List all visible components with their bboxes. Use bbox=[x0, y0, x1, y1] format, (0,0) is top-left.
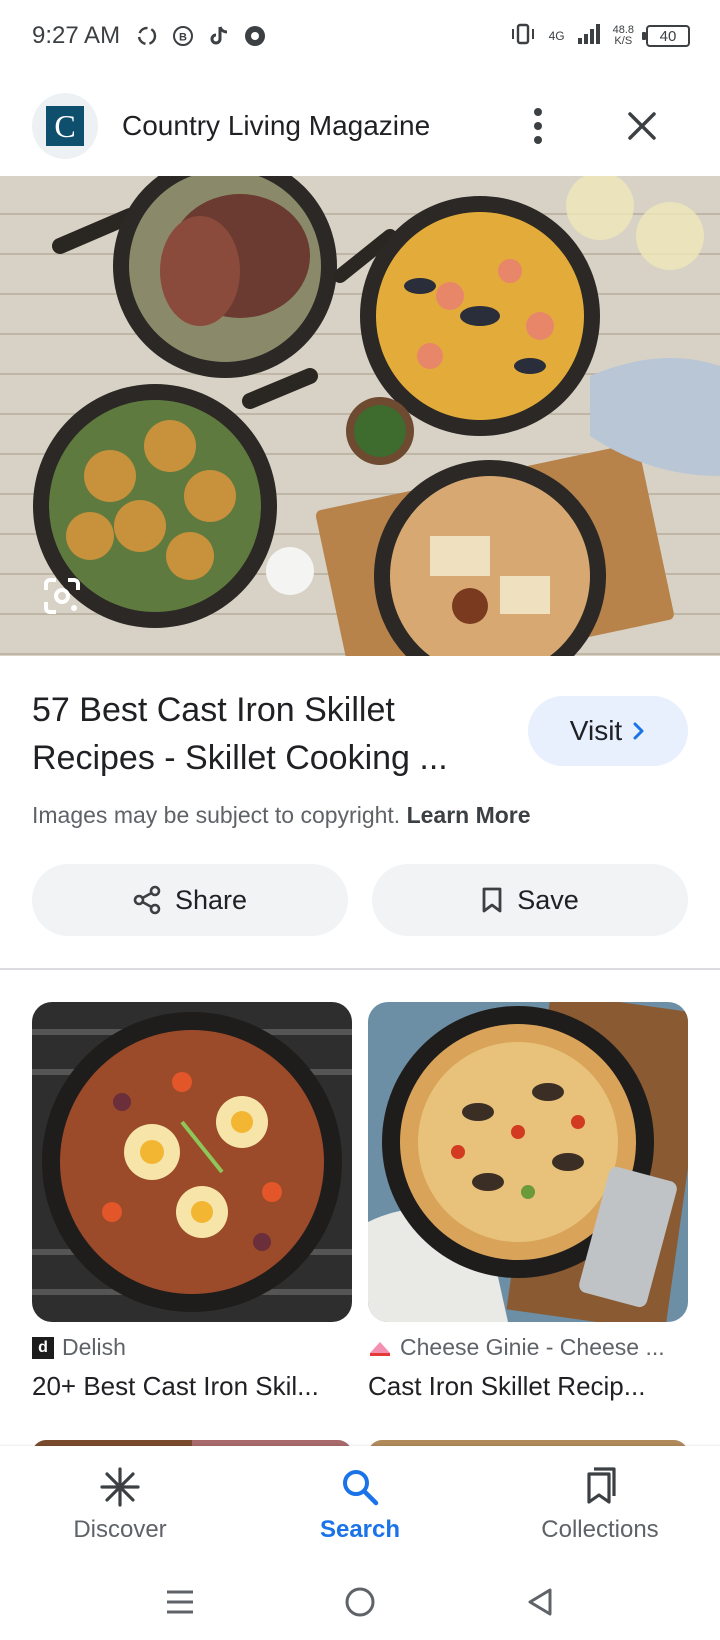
collections-icon bbox=[587, 1467, 616, 1504]
signal-icon bbox=[577, 23, 601, 50]
tiktok-icon bbox=[206, 23, 232, 49]
related-image[interactable] bbox=[32, 1002, 352, 1322]
b-circle-icon: B bbox=[170, 23, 196, 49]
vibrate-icon bbox=[509, 22, 537, 51]
site-name[interactable]: Country Living Magazine bbox=[122, 110, 430, 142]
nav-discover[interactable]: Discover bbox=[0, 1446, 240, 1562]
camera-lens-icon bbox=[44, 578, 80, 614]
nav-label: Discover bbox=[73, 1516, 167, 1543]
share-label: Share bbox=[174, 884, 248, 915]
related-source: Cheese Ginie - Cheese ... bbox=[368, 1334, 688, 1361]
related-source-name: Cheese Ginie - Cheese ... bbox=[400, 1334, 665, 1360]
visit-button[interactable]: Visit bbox=[528, 696, 688, 766]
nav-label: Collections bbox=[541, 1516, 659, 1543]
close-icon bbox=[628, 112, 656, 140]
network-speed: 48.8 K/S bbox=[613, 25, 634, 47]
nav-label: Search bbox=[319, 1516, 401, 1543]
home-button[interactable] bbox=[338, 1580, 382, 1624]
copyright-text: Images may be subject to copyright. bbox=[32, 802, 401, 828]
system-nav bbox=[0, 1562, 720, 1640]
dot bbox=[534, 136, 542, 144]
nav-search[interactable]: Search bbox=[240, 1446, 480, 1562]
nav-collections[interactable]: Collections bbox=[480, 1446, 720, 1562]
asterisk-icon bbox=[100, 1467, 140, 1507]
more-options-button[interactable] bbox=[514, 102, 562, 150]
status-bar: 9:27 AM B 4G 48.8 K/S 40 bbox=[0, 0, 720, 72]
battery-level: 40 bbox=[659, 27, 677, 45]
related-title[interactable]: 20+ Best Cast Iron Skil... bbox=[32, 1371, 352, 1402]
related-source-name: Delish bbox=[62, 1334, 126, 1360]
related-card[interactable]: d Delish 20+ Best Cast Iron Skil... bbox=[32, 1002, 352, 1402]
search-icon bbox=[343, 1470, 379, 1506]
copyright-notice: Images may be subject to copyright. Lear… bbox=[32, 802, 531, 829]
cheese-ginie-logo-icon bbox=[368, 1339, 392, 1357]
dot bbox=[534, 122, 542, 130]
divider bbox=[0, 968, 720, 970]
recents-button[interactable] bbox=[158, 1580, 202, 1624]
site-logo[interactable]: C bbox=[32, 93, 98, 159]
back-triangle-icon bbox=[528, 1588, 552, 1616]
back-button[interactable] bbox=[518, 1580, 562, 1624]
related-source: d Delish bbox=[32, 1334, 352, 1361]
save-button[interactable]: Save bbox=[372, 864, 688, 936]
network-type: 4G bbox=[548, 29, 565, 43]
chevron-right-icon bbox=[633, 722, 644, 740]
dot bbox=[534, 108, 542, 116]
hero-image[interactable] bbox=[0, 176, 720, 656]
speed-unit: K/S bbox=[614, 35, 633, 47]
site-logo-letter: C bbox=[46, 106, 84, 146]
share-icon bbox=[133, 885, 161, 915]
save-label: Save bbox=[517, 884, 579, 915]
share-button[interactable]: Share bbox=[32, 864, 348, 936]
battery-icon: 40 bbox=[642, 25, 690, 47]
bookmark-icon bbox=[482, 887, 502, 913]
close-button[interactable] bbox=[616, 100, 668, 152]
svg-text:B: B bbox=[179, 32, 187, 44]
delish-logo-icon: d bbox=[32, 1336, 54, 1359]
sync-icon bbox=[134, 23, 160, 49]
bottom-nav: Discover Search Collections bbox=[0, 1446, 720, 1562]
browser-icon bbox=[242, 23, 268, 49]
menu-icon bbox=[167, 1590, 193, 1614]
learn-more-link[interactable]: Learn More bbox=[407, 802, 531, 828]
result-title[interactable]: 57 Best Cast Iron Skillet Recipes - Skil… bbox=[32, 686, 502, 782]
header: C Country Living Magazine bbox=[0, 86, 720, 166]
lens-button[interactable] bbox=[38, 572, 86, 620]
visit-label: Visit bbox=[569, 715, 623, 746]
status-time: 9:27 AM bbox=[32, 22, 121, 49]
home-circle-icon bbox=[345, 1587, 375, 1617]
related-title[interactable]: Cast Iron Skillet Recip... bbox=[368, 1371, 688, 1402]
related-image[interactable] bbox=[368, 1002, 688, 1322]
related-card[interactable]: Cheese Ginie - Cheese ... Cast Iron Skil… bbox=[368, 1002, 688, 1402]
